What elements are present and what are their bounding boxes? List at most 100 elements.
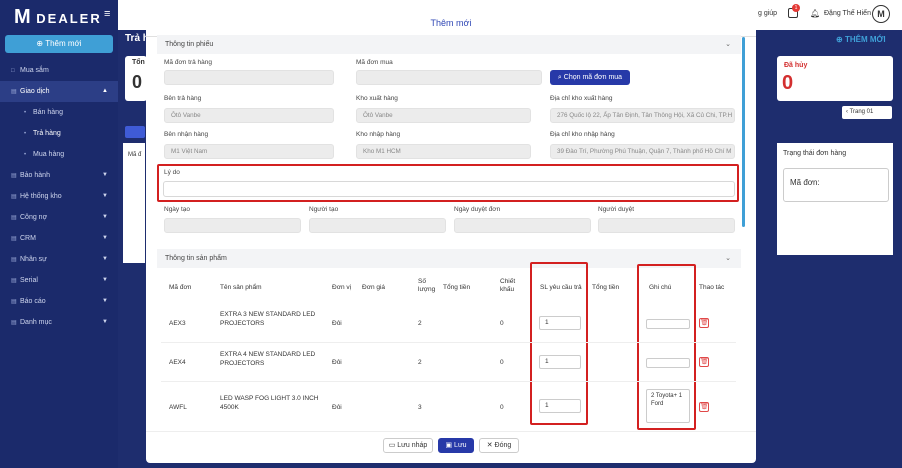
sidebar-item-label: Giao dịch [20,88,50,95]
catalog-icon: ▤ [11,320,17,326]
bell-icon[interactable]: 🔔︎ [810,9,820,18]
sidebar-item-cong-no[interactable]: ▤ Công nợ ▼ [0,207,118,228]
purchase-code-field[interactable] [356,70,542,85]
reason-input[interactable] [163,181,735,197]
pick-order-button[interactable]: ⌕ Chọn mã đơn mua [550,70,630,85]
cell-product-name: EXTRA 3 NEW STANDARD LED PROJECTORS [220,311,316,327]
sidebar-new-button[interactable]: ⊕ Thêm mới [5,35,113,53]
cell-qty: 3 [418,404,422,411]
table-header: Tên sản phẩm [220,284,262,291]
cell-qty: 2 [418,359,422,366]
section-title: Thông tin sản phẩm [165,255,227,262]
sidebar-item-danh-muc[interactable]: ▤ Danh mục ▼ [0,312,118,333]
sidebar-item-crm[interactable]: ▤ CRM ▼ [0,228,118,249]
trash-icon[interactable]: 🗑︎ [699,357,709,367]
modal-scrollbar[interactable] [742,37,745,227]
user-name[interactable]: Đặng Thế Hiển [824,10,871,17]
pick-order-button-label: Chọn mã đơn mua [563,74,623,81]
created-date-field[interactable] [164,218,301,233]
sidebar-item-mua-hang[interactable]: • Mua hàng [0,144,118,165]
sidebar-item-label: Danh mục [20,319,52,326]
order-code-filter[interactable]: Mã đơn: [783,168,889,202]
out-warehouse-field[interactable]: Ôtô Vanbe [356,108,531,123]
bullet-icon: • [24,152,27,158]
sidebar-item-he-thong-kho[interactable]: ▤ Hệ thống kho ▼ [0,186,118,207]
return-qty-input[interactable]: 1 [539,399,581,413]
sidebar-item-tra-hang[interactable]: • Trả hàng [0,123,118,144]
cell-discount: 0 [500,359,504,366]
chevron-down-icon: ▼ [102,277,108,283]
sidebar-item-serial[interactable]: ▤ Serial ▼ [0,270,118,291]
help-link[interactable]: g giúp [758,10,777,17]
sidebar-item-mua-sam[interactable]: □ Mua sắm [0,60,118,81]
sidebar-item-bao-cao[interactable]: ▤ Báo cáo ▼ [0,291,118,312]
creator-field[interactable] [309,218,446,233]
avatar[interactable]: M [872,5,890,23]
save-button[interactable]: ▣ Lưu [438,438,474,453]
chevron-down-icon: ▼ [102,256,108,262]
cart-badge: 1 [792,4,800,12]
table-header: Chiết khấu [500,278,516,293]
trash-icon[interactable]: 🗑︎ [699,318,709,328]
search-icon: ⌕ [557,74,562,81]
return-code-field[interactable] [164,70,334,85]
return-qty-input[interactable]: 1 [539,316,581,330]
bullet-icon: • [24,131,27,137]
out-warehouse-address-field[interactable]: 276 Quốc lộ 22, Ấp Tân Định, Tân Thông H… [550,108,735,123]
save-draft-button[interactable]: ▭ Lưu nháp [383,438,433,453]
logo[interactable]: M DEALER [14,6,102,29]
pagination[interactable]: ‹ Trang 01 [842,106,892,119]
in-warehouse-field[interactable]: Kho M1 HCM [356,144,531,159]
sidebar-item-nhan-su[interactable]: ▤ Nhân sự ▼ [0,249,118,270]
in-warehouse-address-field[interactable]: 39 Đào Trí, Phường Phú Thuận, Quận 7, Th… [550,144,735,159]
cell-code: AWFL [169,404,187,411]
chevron-down-icon: ⌄ [725,255,731,262]
receiver-field[interactable]: M1 Việt Nam [164,144,334,159]
chevron-down-icon: ▼ [102,235,108,241]
field-label: Người tạo [309,206,339,213]
cart-icon: □ [11,68,15,74]
list-panel [123,143,145,263]
chevron-down-icon: ⌄ [725,41,731,48]
note-input[interactable] [646,319,690,329]
menu-toggle-icon[interactable]: ≡ [104,8,110,20]
chevron-down-icon: ▼ [102,214,108,220]
sidebar-item-ban-hang[interactable]: • Bán hàng [0,102,118,123]
chevron-down-icon: ▼ [102,298,108,304]
field-label: Bên nhận hàng [164,131,209,138]
cell-product-name: EXTRA 4 NEW STANDARD LED PROJECTORS [220,351,316,367]
return-qty-input[interactable]: 1 [539,355,581,369]
save-draft-button-label: Lưu nháp [397,442,428,449]
sidebar-item-label: Nhân sự [20,256,47,263]
approve-date-field[interactable] [454,218,591,233]
field-label: Địa chỉ kho xuất hàng [550,95,613,102]
table-header: Đơn vị [332,284,352,291]
field-label: Bên trả hàng [164,95,202,102]
trash-icon[interactable]: 🗑︎ [699,402,709,412]
chevron-down-icon: ▼ [102,172,108,178]
logo-text: DEALER [36,11,102,26]
add-new-link-label: THÊM MỚI [844,35,886,44]
sidebar-item-bao-hanh[interactable]: ▤ Bảo hành ▼ [0,165,118,186]
sidebar-item-label: Mua sắm [20,67,49,74]
chevron-down-icon: ▼ [102,319,108,325]
note-input[interactable]: 2 Toyota+ 1 Ford [646,389,690,423]
save-button-label: Lưu [454,442,467,449]
sidebar: M DEALER ≡ ⊕ Thêm mới □ Mua sắm ▤ Giao dịc… [0,0,118,468]
add-new-link[interactable]: ⊕ THÊM MỚI [836,35,886,44]
sidebar-item-giao-dich[interactable]: ▤ Giao dịch ▲ [0,81,118,102]
sidebar-item-label: Trả hàng [33,130,61,137]
table-header: Thao tác [699,284,725,291]
summary-card-total: Tổn 0 [125,56,147,101]
bullet-icon: • [24,110,27,116]
approver-field[interactable] [598,218,735,233]
note-input[interactable] [646,358,690,368]
field-label: Người duyệt [598,206,635,213]
serial-icon: ▤ [11,278,17,284]
search-button[interactable] [125,126,145,138]
sidebar-item-label: Serial [20,277,38,284]
section-header-info[interactable]: Thông tin phiếu ⌄ [157,35,741,54]
close-button[interactable]: ✕ Đóng [479,438,519,453]
field-label: Lý do [164,169,180,176]
returner-field[interactable]: Ôtô Vanbe [164,108,334,123]
